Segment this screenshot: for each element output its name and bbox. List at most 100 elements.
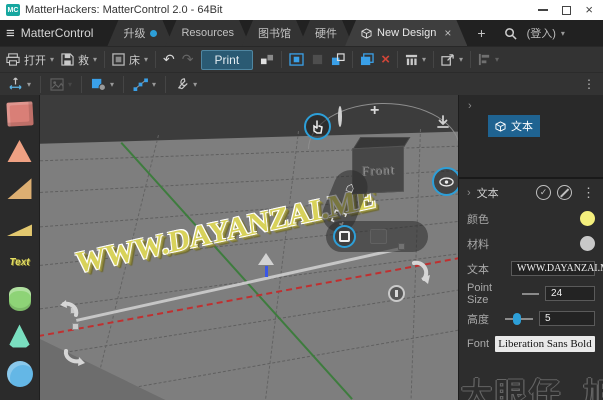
material-swatch[interactable] [580,236,595,251]
apply-check-icon[interactable]: ✓ [536,185,551,200]
shape-cylinder[interactable] [8,287,31,311]
height-input[interactable]: 5 [539,311,595,326]
sign-in-button[interactable]: (登入) ▾ [527,25,565,41]
new-tab-button[interactable]: + [477,25,485,41]
chevron-down-icon: ▾ [93,55,98,64]
group-icon[interactable] [289,53,304,66]
app-window: MC MatterHackers: MatterControl 2.0 - 64… [0,0,603,400]
wrench-icon [178,78,188,90]
overflow-menu-icon[interactable]: ⋮ [583,77,595,91]
export-icon [441,54,454,66]
bed-button[interactable]: 床 ▾ [112,52,148,68]
touch-rotate-icon[interactable] [304,113,331,140]
close-button-icon[interactable]: × [585,3,593,16]
toolbar-separator [396,51,398,68]
rotate-handle-icon[interactable] [62,347,88,367]
image-icon [50,77,64,91]
image-converter-button[interactable]: ▾ [50,77,73,91]
section-expand-icon[interactable]: › [467,187,471,199]
shape-torus[interactable] [6,361,33,387]
cancel-slash-icon[interactable] [557,185,572,200]
design-cube-icon [495,120,506,132]
point-size-slider[interactable] [521,292,540,295]
toolbar-separator [155,51,157,68]
view-style-button[interactable]: ▾ [405,53,426,66]
tab-hardware[interactable]: 硬件 [299,20,353,46]
tree-expand-icon[interactable]: › [468,100,472,112]
color-label: 颜色 [467,213,489,226]
search-icon[interactable] [504,27,517,40]
pan-icon[interactable]: + [370,103,379,119]
combine-icon[interactable] [331,53,345,66]
save-button[interactable]: 救 ▾ [61,52,97,68]
delete-icon[interactable]: × [381,52,390,67]
maximize-button-icon[interactable] [562,5,572,15]
align-button[interactable]: ▾ [478,53,499,66]
tools-button[interactable]: ▾ [175,77,197,91]
scene-tree: › 文本 [459,95,603,177]
toolbar-separator [352,51,354,68]
text-label: 文本 [467,263,489,276]
height-slider[interactable] [505,312,533,325]
shape-pyramid[interactable] [7,139,32,163]
point-size-input[interactable]: 24 [545,286,595,301]
home-view-icon[interactable]: ⌂ [343,178,358,197]
render-mode-pill [326,221,428,252]
shape-cube[interactable] [5,101,34,127]
chevron-down-icon: ▾ [68,79,73,89]
rotate-handle-icon[interactable] [408,259,432,285]
text-input[interactable]: WWW.DAYANZAI.ME [511,261,603,276]
height-slider-knob[interactable] [513,312,521,325]
modify-toolbar: ▾ ▾ ▾ ▾ ▾ ⋮ [0,72,603,95]
rotation-snap-handle[interactable] [388,285,405,302]
shape-half-wedge[interactable] [7,224,32,237]
shape-sidebar: Text [0,95,40,400]
shape-cone[interactable] [9,324,30,348]
chevron-down-icon: ▾ [50,55,55,64]
chevron-down-icon: ▾ [495,55,500,64]
font-picker-button[interactable]: Liberation Sans Bold [495,335,595,352]
open-button[interactable]: 打开 ▾ [6,52,54,68]
tab-new-design[interactable]: New Design × [345,20,467,46]
visibility-eye-icon[interactable] [432,167,458,196]
transform-button[interactable]: ▾ [8,77,31,91]
undo-button[interactable]: ↶ [163,51,175,68]
shape-wedge[interactable] [7,178,32,200]
viewport-3d[interactable]: WWW.DAYANZAI.ME + Front ⌂ [40,95,458,400]
tab-close-icon[interactable]: × [444,26,451,40]
toolbar-separator [432,51,434,68]
orbit-icon[interactable] [338,106,342,127]
view-cube-label: Front [361,161,395,178]
properties-panel: › 文本 › 文本 ✓ ⋮ 颜色 材料 文本 WWW.DAYANZAI. Poi… [458,95,603,400]
arrange-icon[interactable] [260,53,274,66]
redo-button[interactable]: ↷ [182,51,194,68]
z-move-handle[interactable] [258,253,274,265]
tab-upgrade[interactable]: 升级 [107,20,173,46]
tab-resources[interactable]: Resources [165,20,250,46]
print-button[interactable]: Print [200,49,254,70]
rotate-handle-icon[interactable] [56,299,82,321]
render-mode-solid-button[interactable] [333,225,356,248]
ungroup-icon[interactable] [311,53,324,66]
more-options-icon[interactable]: ⋮ [582,185,595,201]
tree-item-text[interactable]: 文本 [488,115,540,137]
scale-handle[interactable] [72,323,79,330]
tab-hardware-label: 硬件 [315,28,338,40]
tab-library[interactable]: 图书馆 [242,20,307,46]
color-swatch[interactable] [580,211,595,226]
minimize-button-icon[interactable] [538,9,549,11]
shape-text[interactable]: Text [7,250,33,274]
export-button[interactable]: ▾ [441,53,463,66]
render-mode-material-button[interactable] [370,229,387,244]
toolbar-separator [40,75,42,93]
columns-icon [405,54,418,66]
chevron-down-icon: ▾ [27,79,32,89]
tab-bar: ≡ MatterControl 升级 Resources 图书馆 硬件 New … [0,20,603,46]
tab-new-design-label: New Design [377,27,437,39]
chevron-down-icon: ▾ [144,55,149,64]
hamburger-menu-icon[interactable]: ≡ [6,25,15,42]
support-button[interactable]: ▾ [91,77,114,91]
duplicate-icon[interactable] [360,53,374,66]
zoom-drop-icon[interactable] [436,115,450,129]
path-tool-button[interactable]: ▾ [133,77,156,91]
